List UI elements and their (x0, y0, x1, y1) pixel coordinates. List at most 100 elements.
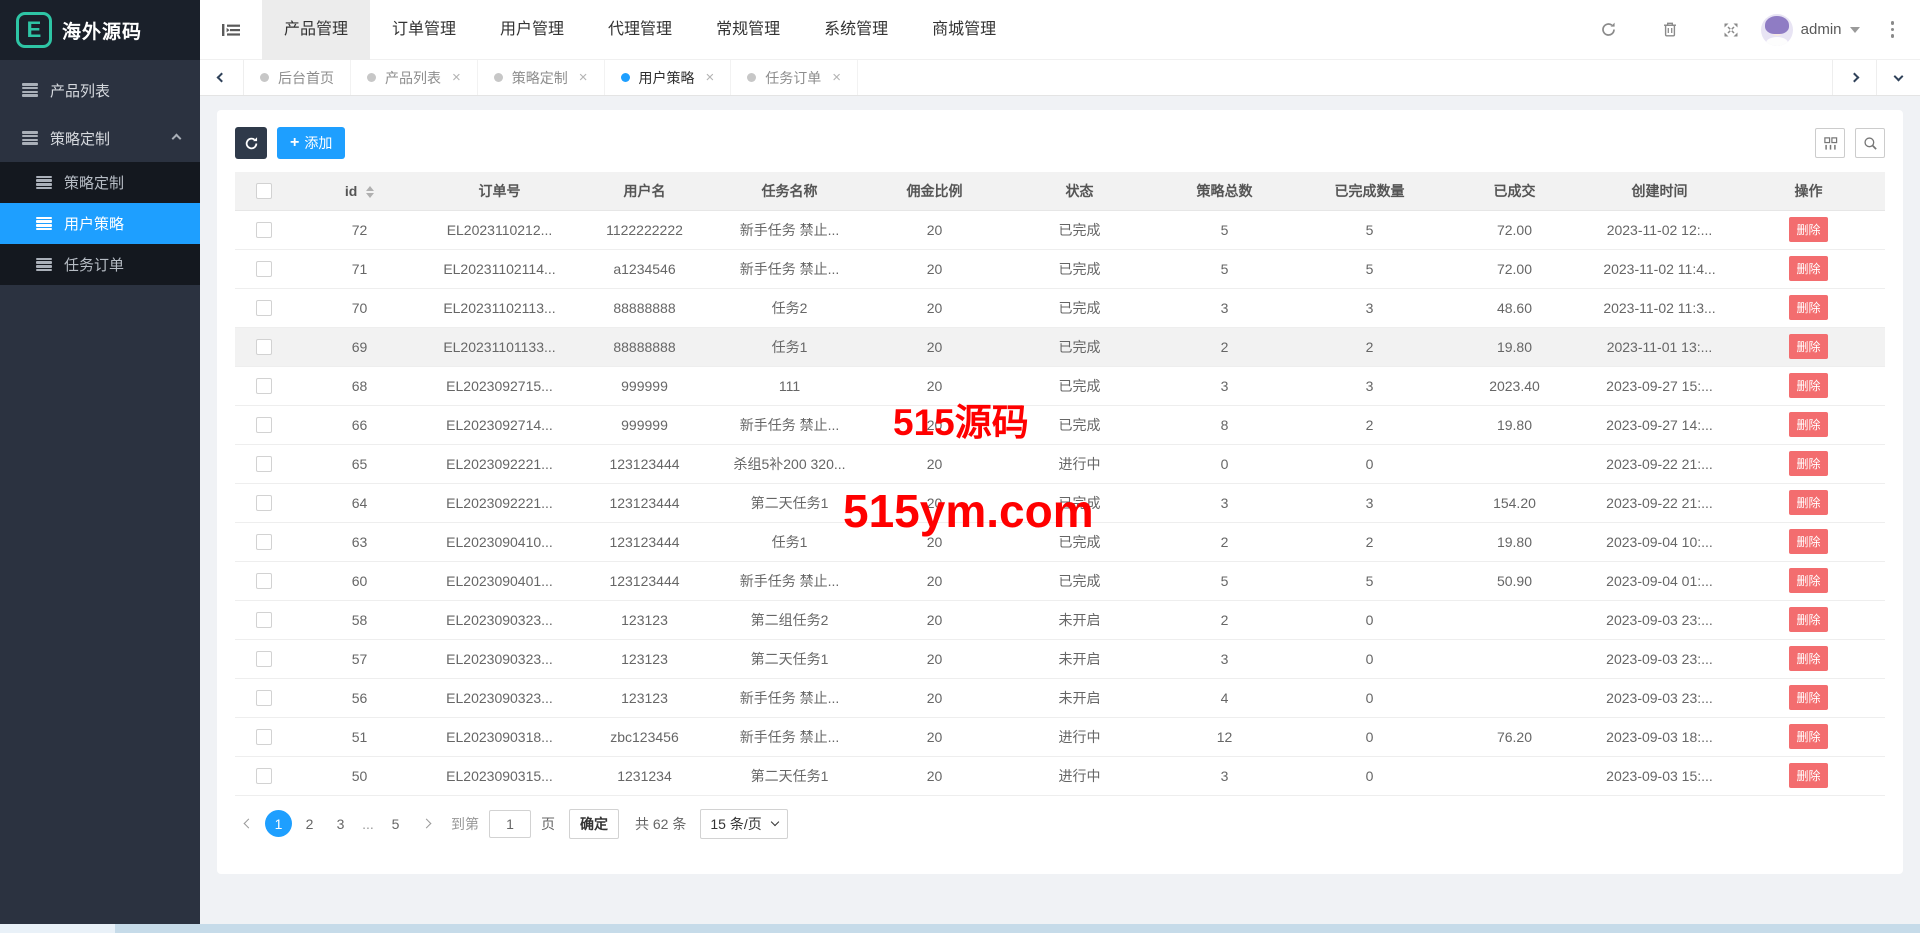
cell-status: 未开启 (1007, 678, 1152, 717)
delete-button[interactable]: 删除 (1789, 685, 1827, 710)
cell-total: 3 (1152, 639, 1297, 678)
nav-item-orders[interactable]: 订单管理 (370, 0, 478, 60)
delete-button[interactable]: 删除 (1789, 763, 1827, 788)
cell-task: 新手任务 禁止... (717, 405, 862, 444)
delete-button[interactable]: 删除 (1789, 529, 1827, 554)
row-checkbox[interactable] (256, 612, 272, 628)
row-checkbox[interactable] (256, 261, 272, 277)
cell-user: 123123444 (572, 561, 717, 600)
cell-order: EL2023092715... (427, 366, 572, 405)
tab-home[interactable]: 后台首页 (244, 60, 351, 95)
sidebar-item-strategy[interactable]: 策略定制 (0, 114, 200, 162)
sidebar-subitem-task-orders[interactable]: 任务订单 (0, 244, 200, 285)
page-number-3[interactable]: 3 (327, 810, 354, 837)
nav-item-agents[interactable]: 代理管理 (586, 0, 694, 60)
prev-page-icon[interactable] (235, 811, 261, 837)
sidebar-menu: 产品列表 策略定制 策略定制 用户策略 任务订单 (0, 60, 200, 285)
columns-toggle-icon[interactable] (1815, 128, 1845, 158)
cell-order: EL2023090318... (427, 717, 572, 756)
delete-button[interactable]: 删除 (1789, 568, 1827, 593)
add-button[interactable]: + 添加 (277, 127, 345, 159)
search-icon[interactable] (1855, 128, 1885, 158)
nav-item-system[interactable]: 系统管理 (802, 0, 910, 60)
chevron-up-icon (172, 133, 182, 143)
cell-created: 2023-09-04 01:... (1587, 561, 1732, 600)
page-number-1[interactable]: 1 (265, 810, 292, 837)
delete-button[interactable]: 删除 (1789, 412, 1827, 437)
tabs-scroll-right[interactable] (1832, 60, 1876, 95)
cell-status: 已完成 (1007, 405, 1152, 444)
row-checkbox[interactable] (256, 495, 272, 511)
delete-button[interactable]: 删除 (1789, 373, 1827, 398)
row-checkbox[interactable] (256, 456, 272, 472)
cell-user: 88888888 (572, 327, 717, 366)
delete-button[interactable]: 删除 (1789, 607, 1827, 632)
page-number-5[interactable]: 5 (382, 810, 409, 837)
page-size-select[interactable]: 15 条/页 (700, 809, 787, 839)
next-page-icon[interactable] (413, 811, 439, 837)
delete-button[interactable]: 删除 (1789, 256, 1827, 281)
tab-product-list[interactable]: 产品列表 × (351, 60, 478, 95)
sidebar-subitem-user-strategy[interactable]: 用户策略 (0, 203, 200, 244)
sidebar-collapse-icon[interactable] (200, 0, 262, 60)
sidebar-item-product-list[interactable]: 产品列表 (0, 66, 200, 114)
cell-task: 新手任务 禁止... (717, 717, 862, 756)
column-id[interactable]: id (292, 172, 427, 210)
confirm-button[interactable]: 确定 (569, 809, 619, 839)
delete-button[interactable]: 删除 (1789, 490, 1827, 515)
cell-rate: 20 (862, 678, 1007, 717)
tab-label: 用户策略 (639, 68, 695, 88)
cell-id: 70 (292, 288, 427, 327)
row-checkbox[interactable] (256, 690, 272, 706)
nav-item-general[interactable]: 常规管理 (694, 0, 802, 60)
row-checkbox[interactable] (256, 729, 272, 745)
plus-icon: + (290, 135, 299, 151)
page-size-label: 15 条/页 (710, 814, 761, 834)
row-checkbox[interactable] (256, 222, 272, 238)
tab-user-strategy[interactable]: 用户策略 × (605, 60, 732, 95)
tab-close-icon[interactable]: × (832, 69, 841, 86)
row-checkbox[interactable] (256, 534, 272, 550)
sort-icon[interactable] (366, 186, 374, 198)
refresh-table-button[interactable] (235, 127, 267, 159)
more-options-icon[interactable] (1887, 17, 1899, 42)
tab-task-orders[interactable]: 任务订单 × (731, 60, 858, 95)
page-numbers: 123...5 (265, 810, 409, 837)
goto-page-input[interactable] (489, 810, 531, 838)
logo-icon: E (16, 12, 52, 48)
user-menu[interactable]: admin (1761, 14, 1860, 46)
fullscreen-icon[interactable] (1714, 13, 1748, 47)
delete-button[interactable]: 删除 (1789, 724, 1827, 749)
delete-button[interactable]: 删除 (1789, 217, 1827, 242)
row-checkbox[interactable] (256, 300, 272, 316)
cell-done: 0 (1297, 444, 1442, 483)
row-checkbox[interactable] (256, 651, 272, 667)
row-checkbox[interactable] (256, 378, 272, 394)
select-all-checkbox[interactable] (256, 183, 272, 199)
tab-strategy-custom[interactable]: 策略定制 × (478, 60, 605, 95)
tab-close-icon[interactable]: × (706, 69, 715, 86)
row-checkbox[interactable] (256, 417, 272, 433)
tabs-scroll-left[interactable] (200, 60, 244, 95)
column-actions: 操作 (1732, 172, 1885, 210)
pagination: 123...5 到第 页 确定 共 62 条 15 条/页 (235, 809, 1885, 839)
tab-close-icon[interactable]: × (579, 69, 588, 86)
table-card: + 添加 (217, 110, 1903, 874)
nav-item-product[interactable]: 产品管理 (262, 0, 370, 60)
delete-button[interactable]: 删除 (1789, 334, 1827, 359)
delete-button[interactable]: 删除 (1789, 451, 1827, 476)
tabs-menu-dropdown[interactable] (1876, 60, 1920, 95)
nav-item-users[interactable]: 用户管理 (478, 0, 586, 60)
nav-item-mall[interactable]: 商城管理 (910, 0, 1018, 60)
delete-button[interactable]: 删除 (1789, 295, 1827, 320)
tab-close-icon[interactable]: × (452, 69, 461, 86)
sidebar-subitem-strategy-custom[interactable]: 策略定制 (0, 162, 200, 203)
refresh-icon[interactable] (1592, 13, 1626, 47)
trash-icon[interactable] (1653, 13, 1687, 47)
row-checkbox[interactable] (256, 768, 272, 784)
page-number-2[interactable]: 2 (296, 810, 323, 837)
horizontal-scrollbar-thumb[interactable] (115, 924, 1920, 933)
row-checkbox[interactable] (256, 573, 272, 589)
delete-button[interactable]: 删除 (1789, 646, 1827, 671)
row-checkbox[interactable] (256, 339, 272, 355)
